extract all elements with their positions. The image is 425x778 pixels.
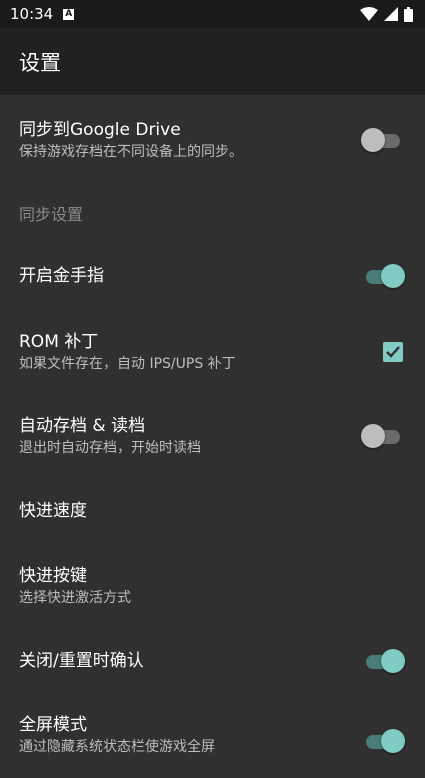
pref-summary: 如果文件存在，自动 IPS/UPS 补丁 — [19, 355, 236, 372]
pref-summary: 保持游戏存档在不同设备上的同步。 — [19, 143, 243, 160]
category-title: 同步设置 — [19, 204, 84, 224]
pref-sync-google-drive[interactable]: 同步到Google Drive 保持游戏存档在不同设备上的同步。 — [0, 95, 425, 184]
settings-list: 同步到Google Drive 保持游戏存档在不同设备上的同步。 同步设置 开启… — [0, 95, 425, 778]
pref-title: 快进按键 — [19, 566, 87, 586]
page-title: 设置 — [19, 50, 61, 75]
rom-patch-checkbox[interactable] — [383, 341, 403, 362]
pref-title: 自动存档 & 读档 — [19, 416, 146, 436]
status-icons — [360, 6, 413, 22]
pref-title: 快进速度 — [19, 501, 87, 521]
wifi-icon — [360, 7, 378, 21]
cheats-switch[interactable] — [363, 263, 405, 289]
pref-confirm-close-reset[interactable]: 关闭/重置时确认 — [0, 630, 425, 692]
fullscreen-switch[interactable] — [363, 728, 405, 754]
status-bar: 10:34 A — [0, 0, 425, 28]
pref-title: 全屏模式 — [19, 715, 87, 735]
pref-summary: 选择快进激活方式 — [19, 590, 131, 606]
battery-icon — [404, 6, 413, 22]
pref-title: 开启金手指 — [19, 266, 104, 286]
confirm-close-switch[interactable] — [363, 648, 405, 674]
sync-drive-switch[interactable] — [361, 127, 403, 153]
signal-icon — [384, 7, 398, 21]
pref-enable-cheats[interactable]: 开启金手指 — [0, 241, 425, 311]
category-sync-settings: 同步设置 — [0, 184, 425, 241]
app-toolbar: 设置 — [0, 28, 425, 95]
pref-fast-forward-speed[interactable]: 快进速度 — [0, 480, 425, 542]
checkmark-icon — [386, 345, 400, 358]
pref-fullscreen-mode[interactable]: 全屏模式 通过隐藏系统状态栏使游戏全屏 — [0, 692, 425, 778]
notification-a-icon: A — [63, 8, 75, 20]
auto-save-switch[interactable] — [361, 423, 403, 449]
pref-title: ROM 补丁 — [19, 331, 99, 352]
pref-rom-patch[interactable]: ROM 补丁 如果文件存在，自动 IPS/UPS 补丁 — [0, 311, 425, 392]
pref-auto-save-load[interactable]: 自动存档 & 读档 退出时自动存档，开始时读档 — [0, 392, 425, 480]
pref-title: 关闭/重置时确认 — [19, 651, 144, 671]
pref-fast-forward-key[interactable]: 快进按键 选择快进激活方式 — [0, 542, 425, 630]
pref-summary: 通过隐藏系统状态栏使游戏全屏 — [19, 739, 215, 755]
pref-summary: 退出时自动存档，开始时读档 — [19, 440, 201, 456]
pref-title: 同步到Google Drive — [19, 119, 181, 140]
status-time: 10:34 — [10, 5, 54, 23]
